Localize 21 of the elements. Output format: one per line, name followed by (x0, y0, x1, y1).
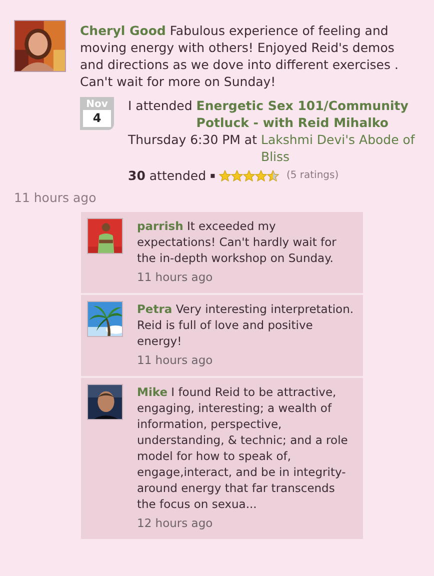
comment-text: Petra Very interesting interpretation. Reid is full of love and positive energy! (137, 301, 355, 349)
event-time-text: Thursday 6:30 PM at (128, 131, 257, 148)
author-link[interactable]: parrish (137, 219, 184, 233)
comment-time: 12 hours ago (137, 515, 214, 531)
post-time: 11 hours ago (14, 189, 98, 206)
comment-text: parrish It exceeded my expectations! Can't hardly wait for the in-depth workshop on Sunday. (137, 218, 338, 266)
event-prefix-text: I attended (128, 97, 192, 114)
comment-time: 11 hours ago (137, 269, 214, 285)
author-link[interactable]: Mike (137, 385, 168, 399)
venue-link[interactable]: Lakshmi Devi's Abode of Bliss (261, 131, 420, 165)
author-link[interactable]: Petra (137, 302, 172, 316)
author-link[interactable]: Cheryl Good (80, 23, 166, 38)
day-number: 4 (83, 110, 111, 127)
separator-dot: ▪ (210, 170, 216, 182)
month-label: Nov (86, 99, 108, 110)
comment-time: 11 hours ago (137, 352, 214, 368)
attendance-count: 30 attended (128, 167, 206, 184)
event-link[interactable]: Energetic Sex 101/Community Potluck - with Reid Mihalko (196, 97, 420, 131)
post-text: Cheryl Good Fabulous experience of feeling and moving energy with others! Enjoyed Reid's demos and directions as we dove into different exercises . Can't wait for more on Sunday! (80, 22, 400, 90)
comment-text: Mike I found Reid to be attractive, engaging, interesting; a wealth of information, perspective, understanding, & technic; and a role model for how to speak of, engage,interact, and be in integrity-around energy that far transcends the focus on sexua... (137, 384, 349, 512)
ratings-count: (5 ratings) (286, 169, 339, 183)
